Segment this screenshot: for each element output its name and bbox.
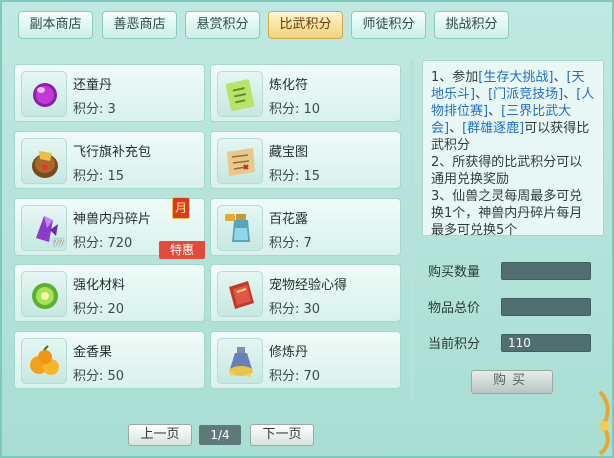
- talisman-icon: [225, 79, 255, 112]
- vase-icon: [229, 347, 253, 377]
- shop-item[interactable]: 飞行旗补充包 积分: 15: [14, 131, 205, 189]
- separator: 、: [553, 70, 567, 85]
- quantity-label: 购买数量: [428, 265, 481, 280]
- tab-karma-shop[interactable]: 善恶商店: [102, 11, 177, 39]
- link-qunxiong-zhulu[interactable]: [群雄逐鹿]: [462, 121, 524, 136]
- link-survival-challenge[interactable]: [生存大挑战]: [478, 70, 553, 85]
- orange-fruit-icon: [30, 345, 59, 375]
- item-icon-box: [217, 338, 263, 384]
- item-icon-box: [21, 138, 67, 184]
- item-name: 修炼丹: [269, 345, 309, 360]
- tab-bounty-points[interactable]: 悬赏积分: [185, 11, 260, 39]
- item-price: 积分: 50: [73, 369, 125, 384]
- item-icon-box: [21, 71, 67, 117]
- item-name: 强化材料: [73, 278, 126, 293]
- prev-page-button[interactable]: 上一页: [128, 424, 192, 446]
- item-icon-box: [21, 338, 67, 384]
- shop-window: 副本商店 善恶商店 悬赏积分 比武积分 师徒积分 挑战积分 还童丹 积分: 3 …: [0, 0, 614, 458]
- rules-line-3: 3、仙兽之灵每周最多可兑换1个，神兽内丹碎片每月最多可兑换5个: [431, 189, 583, 238]
- quantity-input[interactable]: [501, 262, 591, 280]
- flag-pack-icon: [32, 151, 58, 178]
- shop-item[interactable]: 修炼丹 积分: 70: [210, 331, 401, 389]
- current-points-field: 110: [501, 334, 591, 352]
- item-icon-box: [217, 71, 263, 117]
- separator: 、: [563, 87, 577, 102]
- tab-pvp-points[interactable]: 比武积分: [268, 11, 343, 39]
- purple-pill-icon: [33, 83, 57, 107]
- separator: 、: [488, 104, 502, 119]
- item-icon-box: [217, 138, 263, 184]
- total-price-field: [501, 298, 591, 316]
- shop-item[interactable]: 百花露 积分: 7: [210, 198, 401, 256]
- shop-item[interactable]: 炼化符 积分: 10: [210, 64, 401, 122]
- next-page-button[interactable]: 下一页: [250, 424, 314, 446]
- treasure-map-icon: [227, 148, 255, 176]
- item-name: 宠物经验心得: [269, 278, 348, 293]
- item-price: 积分: 10: [269, 102, 321, 117]
- item-name: 神兽内丹碎片: [73, 212, 152, 227]
- current-points-label: 当前积分: [428, 337, 481, 352]
- rules-line-2: 2、所获得的比武积分可以通用兑换奖励: [431, 155, 583, 187]
- book-icon: [229, 281, 254, 309]
- corner-ornament-icon: [598, 390, 610, 456]
- potion-bottle-icon: [225, 214, 250, 242]
- separator: 、: [449, 121, 463, 136]
- link-sect-arena[interactable]: [门派竞技场]: [488, 87, 563, 102]
- tab-dungeon-shop[interactable]: 副本商店: [18, 11, 93, 39]
- tab-challenge-points[interactable]: 挑战积分: [434, 11, 509, 39]
- item-name: 金香果: [73, 345, 113, 360]
- item-price: 积分: 15: [269, 169, 321, 184]
- item-name: 炼化符: [269, 78, 309, 93]
- item-icon-box: [217, 271, 263, 317]
- item-price: 积分: 30: [269, 302, 321, 317]
- green-orb-icon: [32, 283, 58, 309]
- shop-item[interactable]: 77 神兽内丹碎片 积分: 720 月 特惠: [14, 197, 205, 259]
- page-indicator: 1/4: [199, 425, 241, 445]
- stack-count: 77: [52, 239, 64, 249]
- item-icon-box: [21, 271, 67, 317]
- item-price: 积分: 7: [269, 236, 312, 251]
- shop-item[interactable]: 强化材料 积分: 20: [14, 264, 205, 322]
- total-price-label: 物品总价: [428, 301, 481, 316]
- item-price: 积分: 70: [269, 369, 321, 384]
- rules-line-1: 1、参加: [431, 70, 479, 85]
- separator: 、: [475, 87, 489, 102]
- sale-badge: 特惠: [159, 241, 205, 259]
- shop-item[interactable]: 还童丹 积分: 3: [14, 64, 205, 122]
- item-icon-box: [217, 205, 263, 251]
- item-name: 藏宝图: [269, 145, 309, 160]
- item-name: 飞行旗补充包: [73, 145, 152, 160]
- item-price: 积分: 20: [73, 302, 125, 317]
- item-price: 积分: 15: [73, 169, 125, 184]
- item-price: 积分: 720: [73, 236, 133, 251]
- shop-item[interactable]: 宠物经验心得 积分: 30: [210, 264, 401, 322]
- shop-item[interactable]: 藏宝图 积分: 15: [210, 131, 401, 189]
- item-price: 积分: 3: [73, 102, 116, 117]
- shop-item[interactable]: 金香果 积分: 50: [14, 331, 205, 389]
- monthly-limit-badge: 月: [172, 197, 190, 219]
- list-scrollbar[interactable]: [410, 60, 414, 400]
- item-name: 还童丹: [73, 78, 113, 93]
- item-icon-box: 77: [21, 205, 67, 251]
- tab-mentor-points[interactable]: 师徒积分: [351, 11, 426, 39]
- item-name: 百花露: [269, 212, 309, 227]
- buy-button[interactable]: 购买: [471, 370, 553, 394]
- rules-text-box: 1、参加[生存大挑战]、[天地乐斗]、[门派竞技场]、[人物排位赛]、[三界比武…: [422, 60, 604, 238]
